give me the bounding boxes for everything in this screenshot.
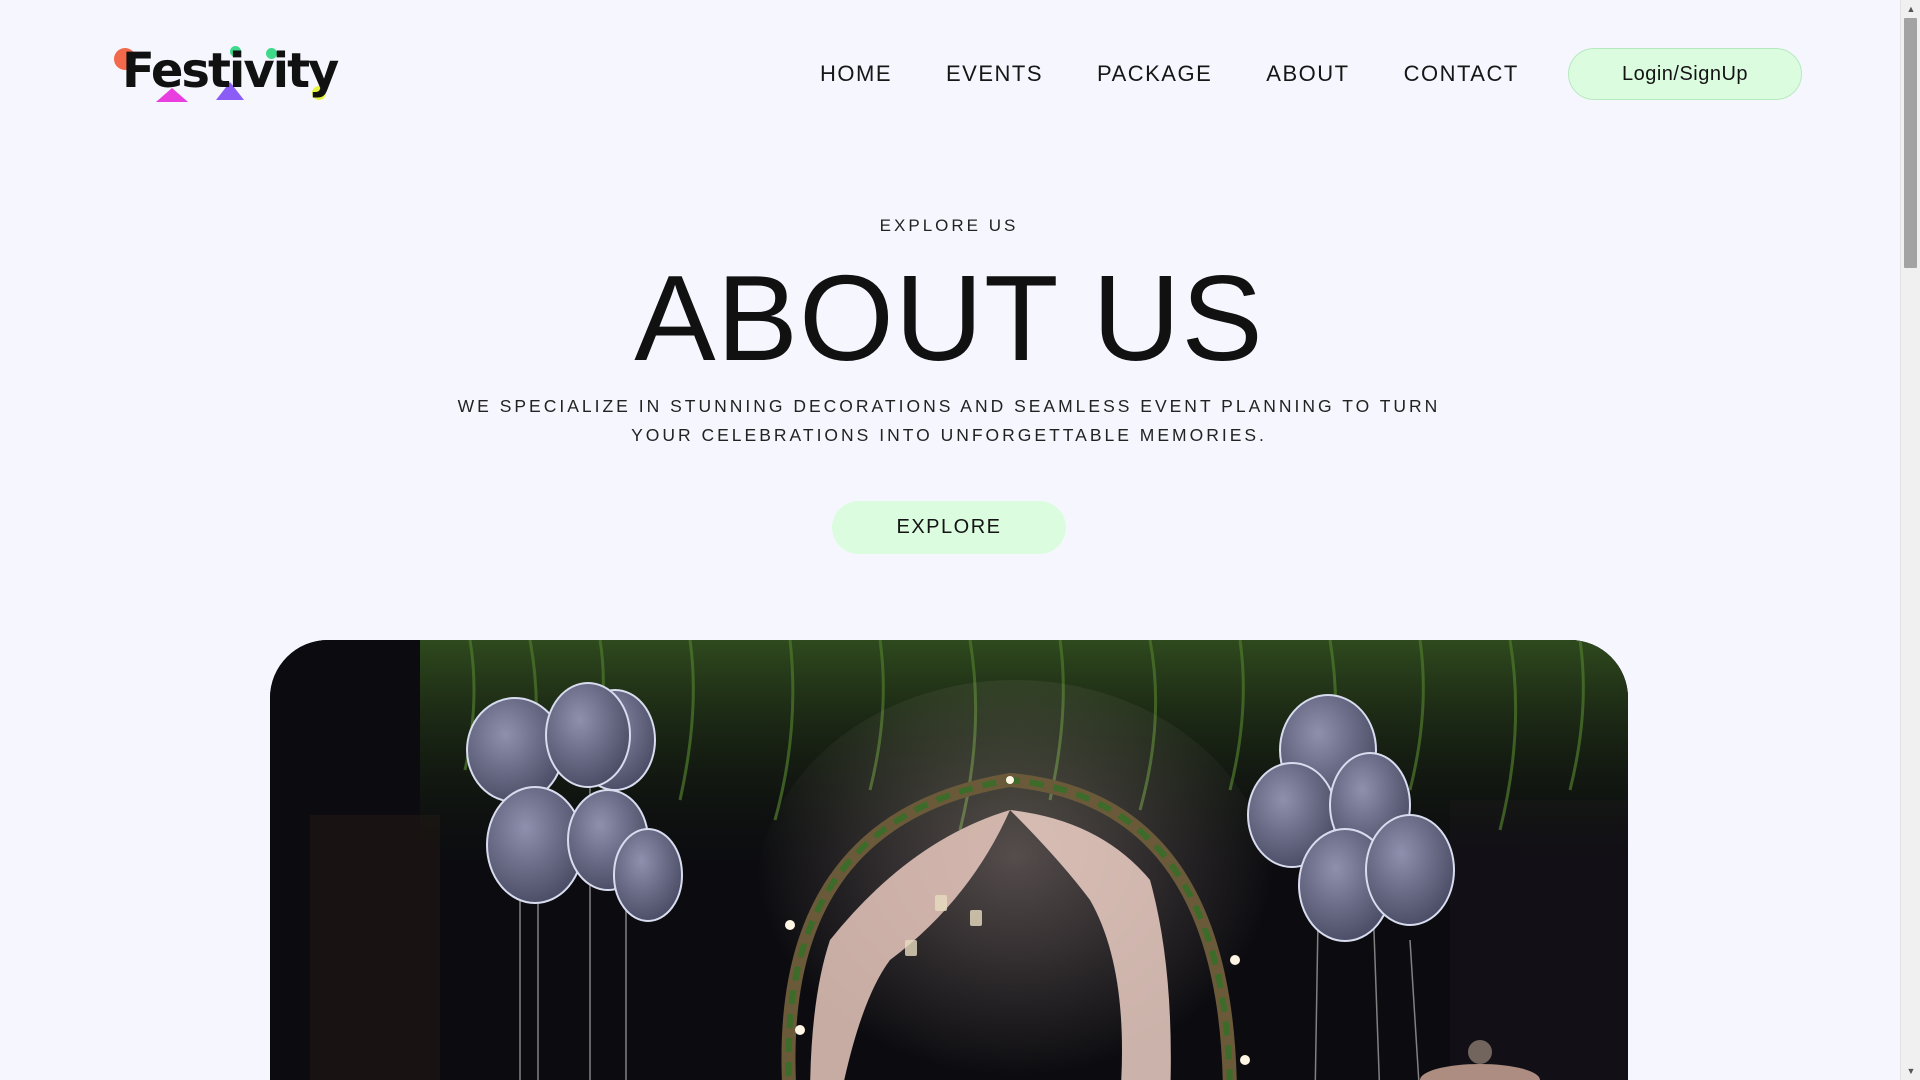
- nav-contact[interactable]: CONTACT: [1404, 60, 1519, 88]
- page: Festivity HOME EVENTS PACKAGE ABOUT CONT…: [0, 0, 1920, 1080]
- page-scrollbar[interactable]: ▲ ▼: [1900, 0, 1920, 1080]
- logo-wordmark: Festivity: [122, 43, 339, 99]
- festivity-logo[interactable]: Festivity: [112, 44, 342, 108]
- login-signup-button[interactable]: Login/SignUp: [1568, 48, 1802, 100]
- nav-package[interactable]: PACKAGE: [1097, 60, 1212, 88]
- nav-about[interactable]: ABOUT: [1266, 60, 1349, 88]
- hero-eyebrow: EXPLORE US: [879, 216, 1019, 235]
- explore-button[interactable]: EXPLORE: [832, 501, 1066, 554]
- event-photo: [270, 640, 1628, 1080]
- scroll-thumb[interactable]: [1904, 18, 1917, 268]
- nav-events[interactable]: EVENTS: [946, 60, 1043, 88]
- scroll-up-arrow-icon[interactable]: ▲: [1901, 0, 1920, 18]
- event-photo-illustration: [270, 640, 1628, 1080]
- page-title: ABOUT US: [634, 250, 1264, 386]
- scroll-down-arrow-icon[interactable]: ▼: [1901, 1062, 1920, 1080]
- hero-description: WE SPECIALIZE IN STUNNING DECORATIONS AN…: [457, 396, 1441, 445]
- nav-home[interactable]: HOME: [820, 60, 892, 88]
- main-nav: HOME EVENTS PACKAGE ABOUT CONTACT: [820, 60, 1519, 88]
